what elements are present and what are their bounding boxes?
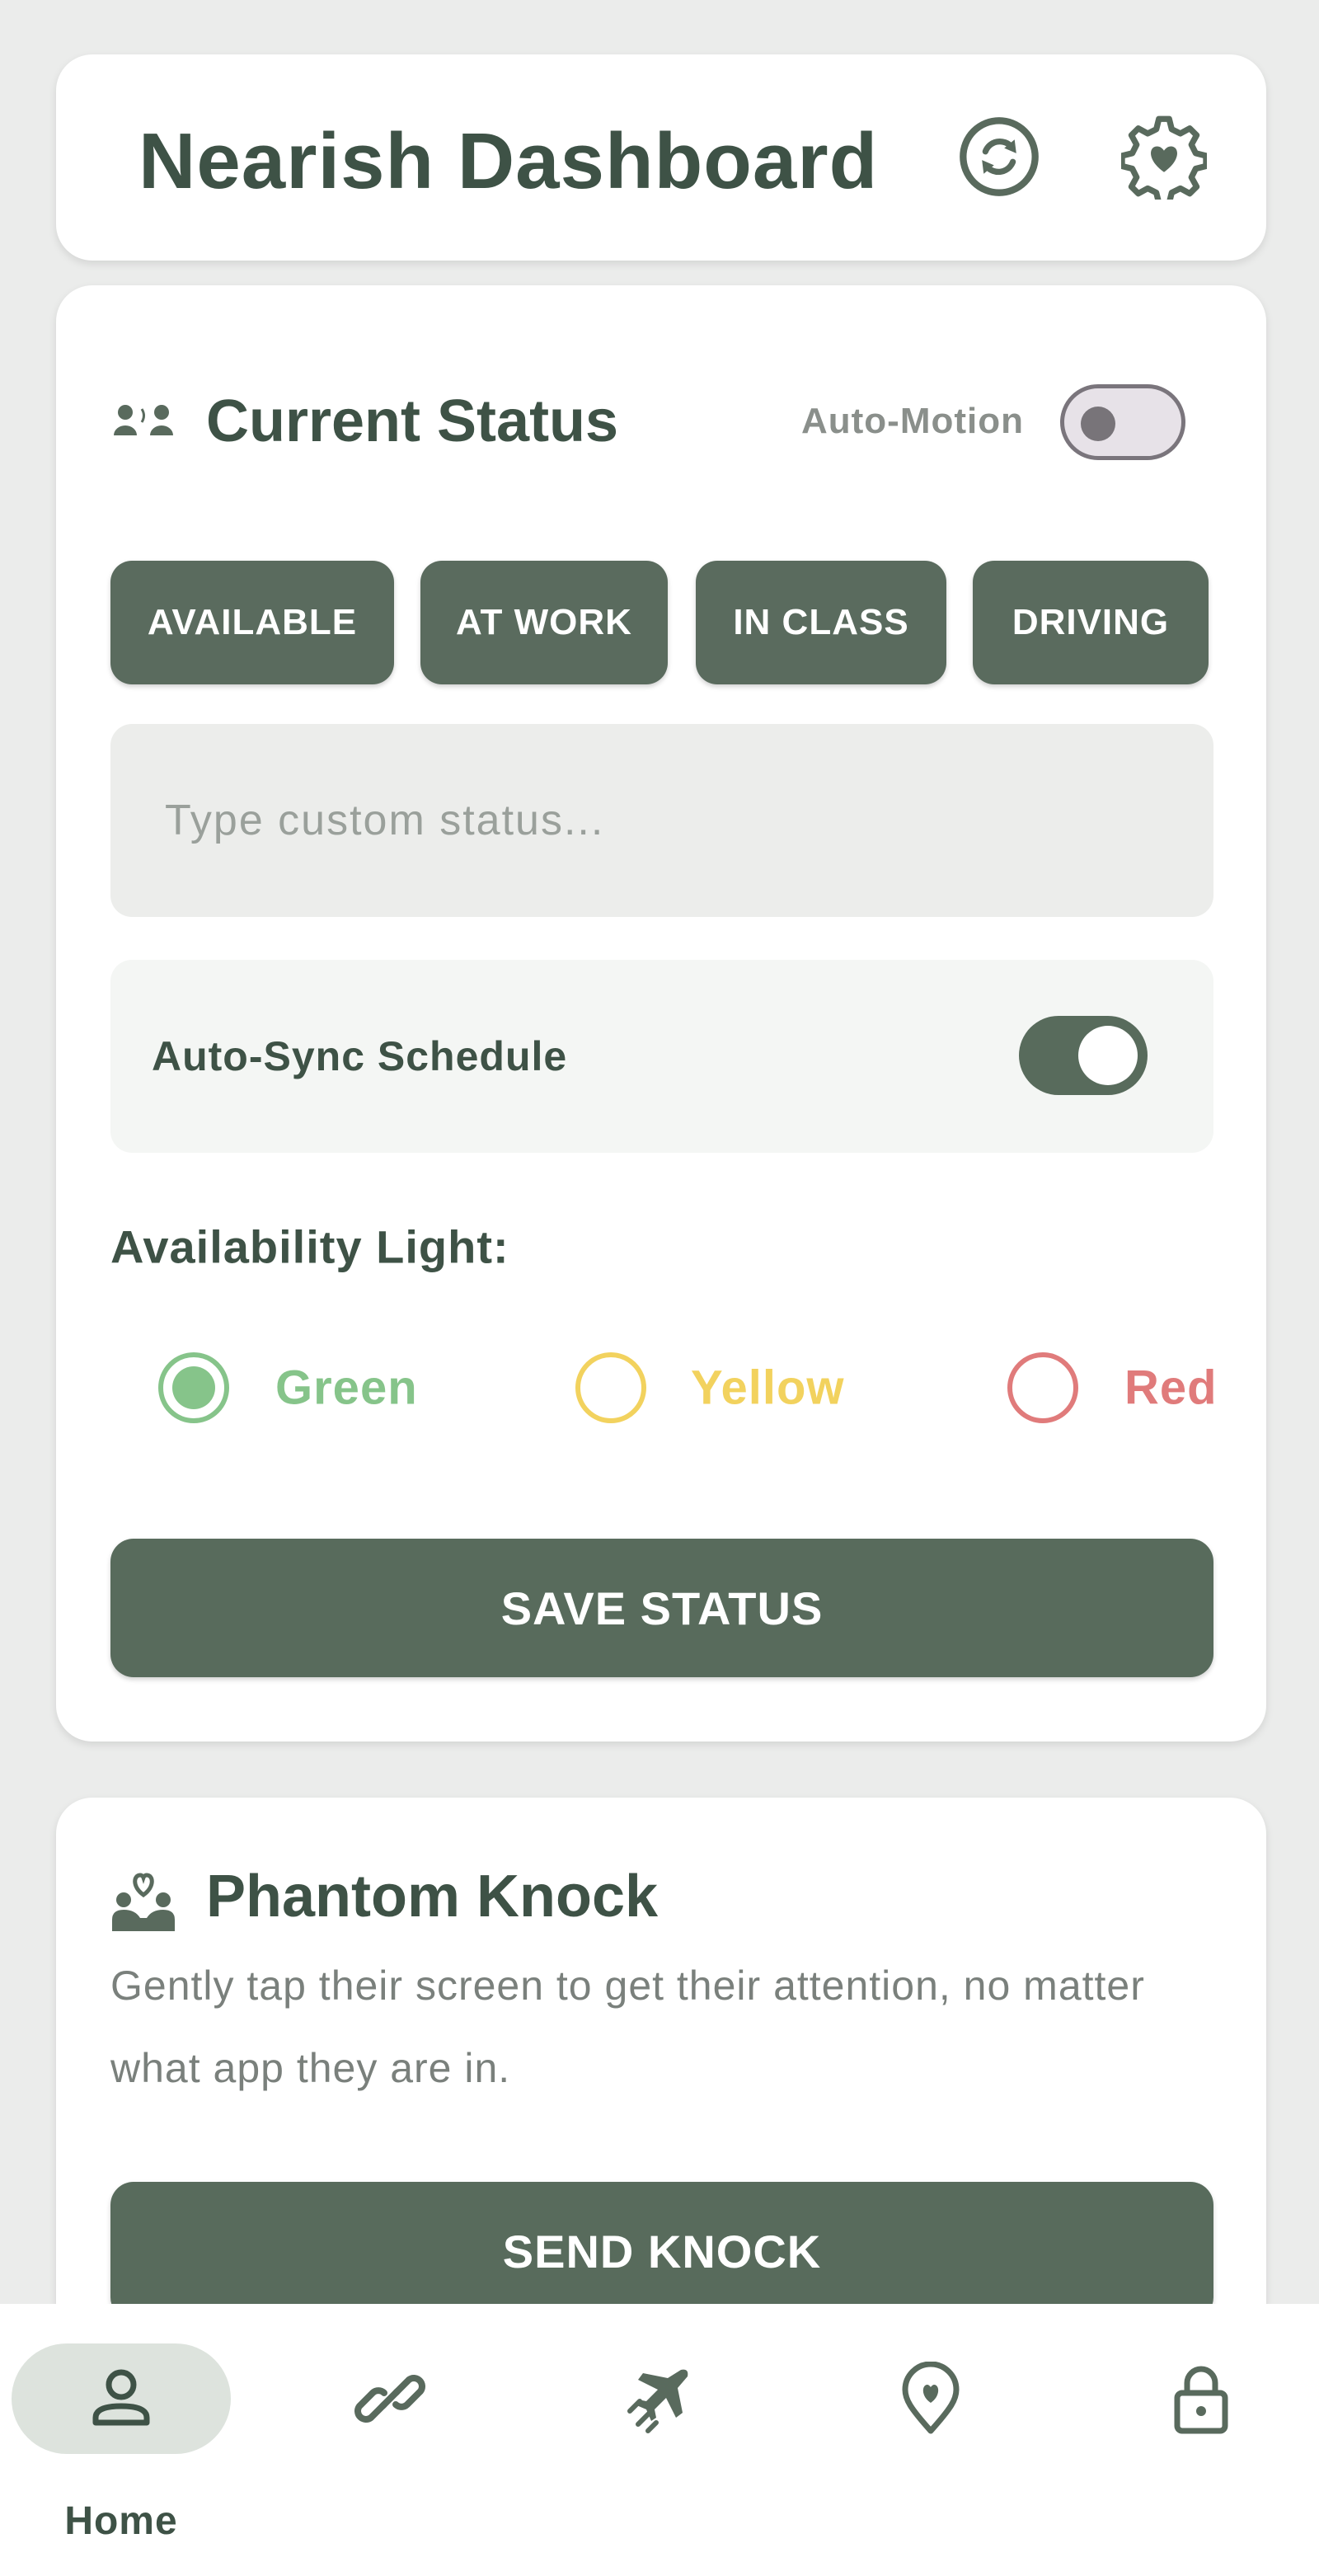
knock-description: Gently tap their screen to get their att… (110, 1963, 1145, 2091)
airplane-icon[interactable] (623, 2362, 697, 2436)
status-card: Current Status Auto-Motion AVAILABLE AT … (56, 285, 1266, 1742)
auto-motion-label: Auto-Motion (801, 401, 1024, 441)
custom-status-input[interactable] (110, 724, 1213, 917)
save-status-button[interactable]: SAVE STATUS (110, 1539, 1213, 1677)
status-chip-in-class[interactable]: IN CLASS (696, 561, 946, 684)
send-knock-button[interactable]: SEND KNOCK (110, 2182, 1213, 2320)
link-icon[interactable] (353, 2362, 427, 2436)
page-title: Nearish Dashboard (138, 117, 879, 205)
radio-yellow[interactable] (575, 1352, 646, 1423)
knock-title: Phantom Knock (206, 1864, 659, 1930)
radio-selected-dot (172, 1366, 215, 1409)
radio-label-green[interactable]: Green (275, 1361, 418, 1416)
header-card: Nearish Dashboard (56, 54, 1266, 261)
radio-green[interactable] (158, 1352, 229, 1423)
radio-label-yellow[interactable]: Yellow (691, 1361, 845, 1416)
settings-gear-icon[interactable] (1119, 114, 1209, 206)
auto-sync-toggle[interactable] (1019, 1016, 1148, 1095)
auto-sync-row: Auto-Sync Schedule (110, 960, 1213, 1153)
section-title: Current Status (206, 388, 619, 454)
people-icon (110, 401, 176, 442)
knock-hands-heart-icon (110, 1870, 176, 1933)
location-heart-icon[interactable] (894, 2361, 968, 2436)
auto-sync-label: Auto-Sync Schedule (152, 1033, 568, 1079)
toggle-knob (1078, 1026, 1138, 1085)
person-icon[interactable] (84, 2362, 158, 2436)
nav-label-home[interactable]: Home (12, 2498, 231, 2544)
toggle-knob (1081, 407, 1115, 441)
status-chip-driving[interactable]: DRIVING (973, 561, 1209, 684)
radio-red[interactable] (1007, 1352, 1078, 1423)
radio-label-red[interactable]: Red (1124, 1361, 1218, 1416)
bottom-nav: Home (0, 2304, 1319, 2576)
availability-label: Availability Light: (110, 1220, 509, 1273)
sync-icon[interactable] (956, 114, 1042, 200)
status-chip-available[interactable]: AVAILABLE (110, 561, 394, 684)
lock-icon[interactable] (1164, 2362, 1238, 2436)
status-chip-at-work[interactable]: AT WORK (420, 561, 668, 684)
auto-motion-toggle[interactable] (1060, 384, 1185, 460)
